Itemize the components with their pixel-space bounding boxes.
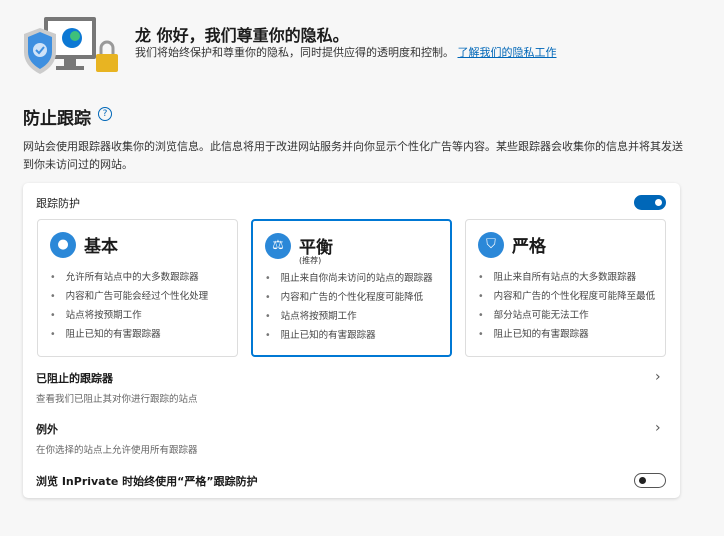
hero-subtitle: 我们将始终保护和尊重你的隐私，同时提供应得的透明度和控制。 了解我们的隐私工作 xyxy=(135,43,565,62)
exceptions-subtitle: 在你选择的站点上允许使用所有跟踪器 xyxy=(36,445,198,456)
list-item: 阻止已知的有害跟踪器 xyxy=(50,325,208,344)
privacy-link[interactable]: 了解我们的隐私工作 xyxy=(458,46,557,59)
list-item: 内容和广告可能会经过个性化处理 xyxy=(50,287,209,306)
question-circle-icon[interactable]: ? xyxy=(98,107,112,121)
list-item: 内容和广告的个性化程度可能降至最低 xyxy=(478,287,656,306)
list-item: 阻止已知的有害跟踪器 xyxy=(265,326,433,345)
chevron-right-icon: › xyxy=(655,369,661,385)
tracking-toggle[interactable] xyxy=(634,195,666,210)
hero-subtitle-text: 我们将始终保护和尊重你的隐私，同时提供应得的透明度和控制。 xyxy=(135,46,454,59)
level-strict[interactable]: ⛉ 严格 阻止来自所有站点的大多数跟踪器 内容和广告的个性化程度可能降至最低 部… xyxy=(465,219,666,357)
shield-icon: ⛉ xyxy=(478,232,504,258)
list-item: 阻止来自所有站点的大多数跟踪器 xyxy=(478,268,655,287)
level-balanced[interactable]: ⚖ 平衡 (推荐) 阻止来自你尚未访问的站点的跟踪器 内容和广告的个性化程度可能… xyxy=(251,219,452,357)
blocked-trackers-title: 已阻止的跟踪器 xyxy=(36,372,113,385)
list-item: 允许所有站点中的大多数跟踪器 xyxy=(50,268,208,287)
level-basic[interactable]: ● 基本 允许所有站点中的大多数跟踪器 内容和广告可能会经过个性化处理 站点将按… xyxy=(37,219,238,357)
inprivate-toggle[interactable] xyxy=(634,473,666,488)
scale-icon: ⚖ xyxy=(265,233,291,259)
list-item: 部分站点可能无法工作 xyxy=(478,306,655,325)
chevron-right-icon: › xyxy=(655,420,661,436)
level-name: 基本 xyxy=(84,237,118,257)
exceptions-title: 例外 xyxy=(36,423,58,436)
tracking-label: 跟踪防护 xyxy=(36,197,80,210)
list-item: 阻止来自你尚未访问的站点的跟踪器 xyxy=(265,269,433,288)
list-item: 阻止已知的有害跟踪器 xyxy=(478,325,655,344)
exceptions-row[interactable]: 例外 在你选择的站点上允许使用所有跟踪器 › xyxy=(23,418,680,460)
list-item: 站点将按预期工作 xyxy=(265,307,433,326)
blocked-trackers-row[interactable]: 已阻止的跟踪器 查看我们已阻止其对你进行跟踪的站点 › xyxy=(23,367,680,409)
tracking-card: 跟踪防护 ● 基本 允许所有站点中的大多数跟踪器 内容和广告可能会经过个性化处理… xyxy=(23,183,680,498)
cookie-icon: ● xyxy=(50,232,76,258)
privacy-illustration-icon xyxy=(24,17,118,74)
list-item: 内容和广告的个性化程度可能降低 xyxy=(265,288,433,307)
section-title: 防止跟踪 xyxy=(23,109,91,129)
inprivate-label: 浏览 InPrivate 时始终使用“严格”跟踪防护 xyxy=(36,475,258,488)
section-description: 网站会使用跟踪器收集你的浏览信息。此信息将用于改进网站服务并向你显示个性化广告等… xyxy=(23,140,683,171)
level-name: 严格 xyxy=(512,237,546,257)
list-item: 站点将按预期工作 xyxy=(50,306,208,325)
recommended-note: (推荐) xyxy=(299,256,322,265)
blocked-trackers-subtitle: 查看我们已阻止其对你进行跟踪的站点 xyxy=(36,394,198,405)
